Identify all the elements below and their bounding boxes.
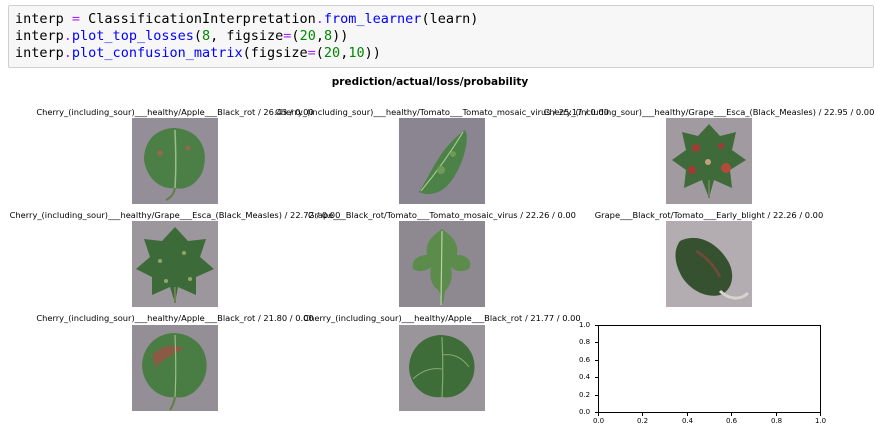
x-tick-mark: [820, 413, 821, 416]
code-token: interp: [15, 45, 64, 61]
x-tick-label: 0.8: [771, 417, 783, 425]
code-line-2: interp.plot_top_losses(8, figsize=(20,8)…: [15, 28, 348, 45]
x-tick-label: 0.4: [682, 417, 694, 425]
code-token: (figsize: [242, 45, 308, 61]
y-tick-label: 1.0: [579, 321, 591, 329]
code-token: 8: [323, 28, 333, 44]
code-cell[interactable]: interp = ClassificationInterpretation.fr…: [8, 5, 874, 68]
y-tick-label: 0.6: [579, 356, 591, 364]
code-token: interp: [15, 28, 64, 44]
x-tick-label: 0.0: [593, 417, 605, 425]
panel-title: Cherry_(including_sour)___healthy/Apple_…: [36, 313, 314, 323]
y-tick-label: 0.0: [579, 408, 591, 416]
figure-title: prediction/actual/loss/probability: [331, 76, 529, 88]
panel-title: Cherry_(including_sour)___healthy/Grape_…: [543, 107, 875, 117]
y-tick-mark: [595, 342, 598, 343]
code-token: (: [291, 28, 300, 44]
panel-title: Cherry_(including_sour)___healthy/Apple_…: [36, 107, 314, 117]
code-token: interp: [15, 11, 64, 27]
leaf-image: [666, 118, 752, 204]
code-token: , figsize: [210, 28, 284, 44]
y-tick-label: 0.4: [579, 373, 591, 381]
panel-title: Cherry_(including_sour)___healthy/Apple_…: [303, 313, 581, 323]
code-token: )): [332, 28, 349, 44]
code-token: 8: [201, 28, 211, 44]
x-tick-label: 0.2: [637, 417, 649, 425]
code-token: =: [63, 11, 89, 27]
code-token: (: [193, 28, 202, 44]
x-tick-label: 1.0: [815, 417, 827, 425]
x-tick-label: 0.6: [726, 417, 738, 425]
code-token: 20: [299, 28, 316, 44]
axes-frame: [598, 325, 821, 413]
code-token: from_learner: [323, 11, 422, 27]
leaf-image: [399, 221, 485, 307]
code-token: .: [315, 11, 324, 27]
leaf-image: [132, 325, 218, 411]
y-tick-mark: [595, 325, 598, 326]
panel-title: Grape___Black_rot/Tomato___Tomato_mosaic…: [308, 210, 576, 220]
code-line-3: interp.plot_confusion_matrix(figsize=(20…: [15, 45, 381, 62]
code-token: .: [63, 45, 72, 61]
x-tick-mark: [642, 413, 643, 416]
code-token: =: [307, 45, 316, 61]
code-line-1: interp = ClassificationInterpretation.fr…: [15, 11, 478, 28]
x-tick-mark: [687, 413, 688, 416]
code-token: ClassificationInterpretation: [88, 11, 316, 27]
panel-title: Cherry_(including_sour)___healthy/Grape_…: [9, 210, 341, 220]
x-tick-mark: [776, 413, 777, 416]
code-token: )): [364, 45, 381, 61]
code-token: ,: [315, 28, 324, 44]
leaf-image: [132, 221, 218, 307]
y-tick-mark: [595, 360, 598, 361]
code-token: (: [315, 45, 324, 61]
code-token: plot_top_losses: [71, 28, 194, 44]
code-token: 10: [348, 45, 365, 61]
code-token: 20: [323, 45, 341, 61]
y-tick-label: 0.2: [579, 391, 591, 399]
leaf-image: [399, 118, 485, 204]
y-tick-mark: [595, 377, 598, 378]
code-token: (learn): [421, 11, 479, 27]
leaf-image: [132, 118, 218, 204]
code-token: plot_confusion_matrix: [71, 45, 243, 61]
y-tick-label: 0.8: [579, 338, 591, 346]
y-tick-mark: [595, 395, 598, 396]
panel-title: Grape___Black_rot/Tomato___Early_blight …: [594, 210, 824, 220]
leaf-image: [399, 325, 485, 411]
x-tick-mark: [598, 413, 599, 416]
leaf-image: [666, 221, 752, 307]
x-tick-mark: [731, 413, 732, 416]
code-token: .: [63, 28, 72, 44]
